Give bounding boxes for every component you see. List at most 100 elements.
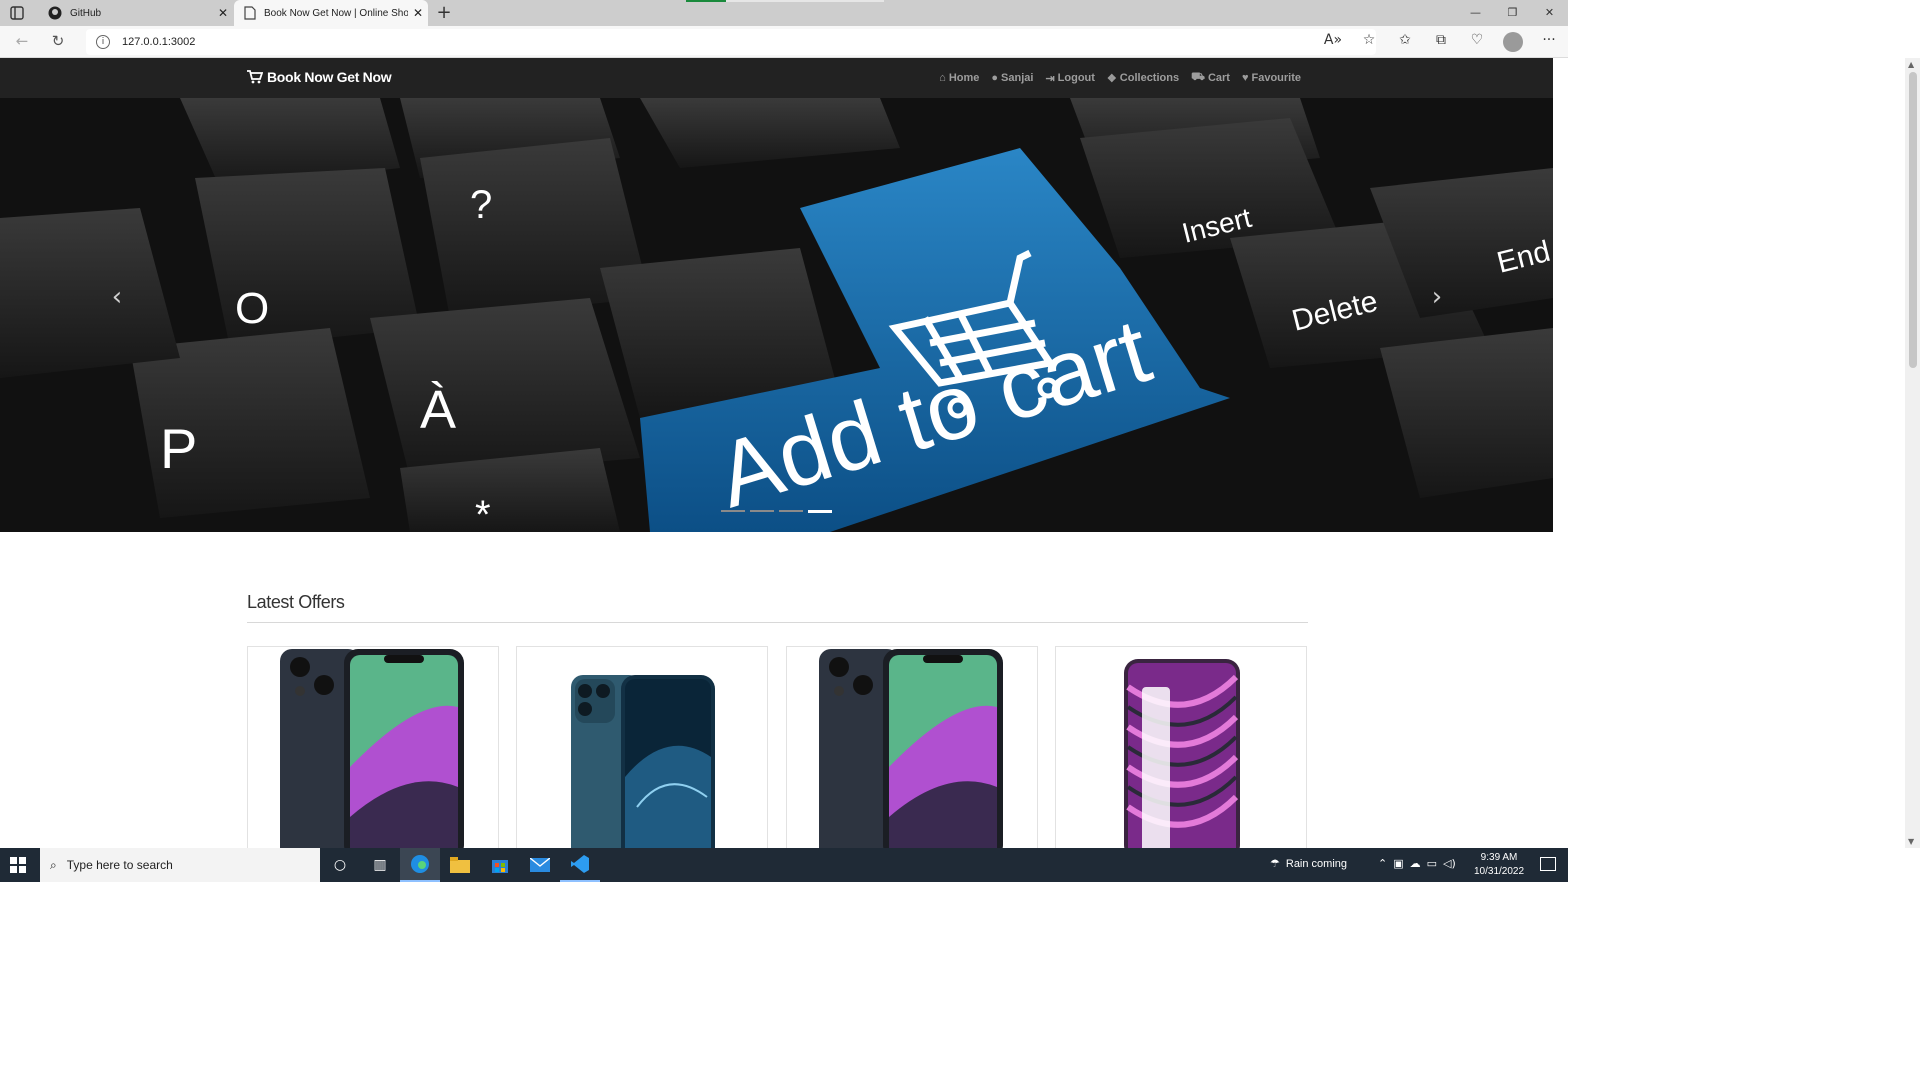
nav-home-label: Home bbox=[948, 72, 980, 84]
product-image bbox=[819, 649, 1003, 848]
system-clock[interactable]: 9:39 AM 10/31/2022 bbox=[1474, 851, 1524, 879]
collections-icon[interactable]: ⧉ bbox=[1430, 32, 1452, 52]
browser-tab-strip: GitHub ✕ Book Now Get Now | Online Sho ✕… bbox=[0, 0, 1568, 26]
site-info-icon[interactable]: i bbox=[96, 35, 110, 49]
nav-logout[interactable]: ⇥ Logout bbox=[1045, 71, 1094, 85]
latest-offers-section: Latest Offers bbox=[0, 532, 1553, 848]
nav-user[interactable]: ● Sanjai bbox=[991, 71, 1033, 85]
nav-links: ⌂ Home ● Sanjai ⇥ Logout ❖ Collections ⛟ Cart… bbox=[939, 71, 1301, 85]
nav-collections[interactable]: ❖ Collections bbox=[1107, 71, 1179, 85]
section-title: Latest Offers bbox=[247, 592, 345, 612]
heart-icon: ♥ bbox=[1241, 72, 1249, 84]
back-icon[interactable]: ← bbox=[12, 32, 32, 52]
user-icon: ● bbox=[991, 72, 999, 84]
weather-text: Rain coming bbox=[1285, 857, 1348, 870]
tab-github[interactable]: GitHub ✕ bbox=[38, 0, 233, 26]
carousel-next-icon[interactable]: › bbox=[1422, 282, 1452, 312]
home-icon: ⌂ bbox=[939, 72, 946, 84]
key-label: À bbox=[420, 380, 456, 440]
tab-title: GitHub bbox=[70, 7, 102, 19]
key-label: ? bbox=[470, 183, 492, 227]
onedrive-icon[interactable]: ☁ bbox=[1410, 857, 1421, 870]
cortana-icon[interactable]: ○ bbox=[320, 848, 360, 882]
brand-name: Book Now Get Now bbox=[267, 69, 392, 85]
store-icon[interactable] bbox=[480, 848, 520, 882]
browser-essentials-icon[interactable]: ♡ bbox=[1466, 32, 1488, 52]
product-card[interactable] bbox=[247, 646, 499, 848]
weather-widget[interactable]: ☂ Rain coming bbox=[1270, 857, 1348, 871]
read-aloud-icon[interactable]: A» bbox=[1322, 32, 1344, 52]
system-tray: ⌃ ▣ ☁ ▭ ◁) bbox=[1378, 857, 1456, 870]
carousel-indicator[interactable] bbox=[779, 510, 803, 512]
minimize-icon[interactable]: — bbox=[1457, 0, 1494, 26]
nav-logout-label: Logout bbox=[1057, 72, 1095, 84]
favorites-icon[interactable]: ✩ bbox=[1394, 32, 1416, 52]
url-field[interactable]: i 127.0.0.1:3002 bbox=[86, 29, 1376, 55]
product-image bbox=[571, 675, 715, 848]
add-favorite-icon[interactable]: ☆ bbox=[1358, 32, 1380, 52]
profile-avatar[interactable] bbox=[1502, 32, 1524, 52]
nav-collections-label: Collections bbox=[1119, 72, 1180, 84]
clock-date: 10/31/2022 bbox=[1474, 866, 1525, 877]
tab-actions-icon[interactable] bbox=[10, 5, 28, 21]
scrollbar-thumb[interactable] bbox=[1909, 72, 1917, 368]
task-view-icon[interactable]: ▥ bbox=[360, 848, 400, 882]
product-card[interactable] bbox=[516, 646, 768, 848]
edge-icon[interactable] bbox=[400, 848, 440, 882]
hero-carousel: Add to cart Insert Delete End P À O ? * … bbox=[0, 98, 1553, 532]
meet-now-icon[interactable]: ▣ bbox=[1393, 857, 1403, 870]
logout-icon: ⇥ bbox=[1045, 72, 1055, 85]
address-bar: ← ↻ i 127.0.0.1:3002 A» ☆ ✩ ⧉ ♡ ··· bbox=[0, 26, 1568, 58]
network-icon[interactable]: ▭ bbox=[1427, 857, 1437, 870]
nav-favourite-label: Favourite bbox=[1251, 72, 1301, 84]
vscode-icon[interactable] bbox=[560, 848, 600, 882]
page-scrollbar[interactable]: ▲ ▼ bbox=[1905, 58, 1920, 848]
volume-icon[interactable]: ◁) bbox=[1443, 857, 1456, 870]
carousel-indicator[interactable] bbox=[721, 510, 745, 512]
carousel-slide-image: Add to cart Insert Delete End P À O ? * bbox=[0, 98, 1553, 532]
key-label: * bbox=[475, 493, 491, 532]
nav-favourite[interactable]: ♥ Favourite bbox=[1242, 71, 1301, 85]
carousel-indicator[interactable] bbox=[750, 510, 774, 512]
key-label: O bbox=[235, 284, 269, 333]
window-controls: — ❐ ✕ bbox=[1457, 0, 1568, 26]
settings-more-icon[interactable]: ··· bbox=[1538, 32, 1560, 52]
rain-icon: ☂ bbox=[1270, 858, 1280, 870]
reload-icon[interactable]: ↻ bbox=[48, 32, 68, 52]
product-card[interactable] bbox=[786, 646, 1038, 848]
key-label: P bbox=[160, 417, 197, 480]
cubes-icon: ❖ bbox=[1106, 72, 1117, 85]
brand-link[interactable]: Book Now Get Now bbox=[247, 69, 392, 85]
nav-cart-label: Cart bbox=[1207, 72, 1230, 84]
show-hidden-icons-icon[interactable]: ⌃ bbox=[1378, 857, 1387, 870]
carousel-prev-icon[interactable]: ‹ bbox=[102, 282, 132, 312]
scroll-down-icon[interactable]: ▼ bbox=[1908, 837, 1914, 846]
web-page: Book Now Get Now ⌂ Home ● Sanjai ⇥ Logout ❖… bbox=[0, 58, 1553, 848]
close-window-icon[interactable]: ✕ bbox=[1531, 0, 1568, 26]
close-tab-icon[interactable]: ✕ bbox=[213, 6, 233, 20]
search-icon: ⌕ bbox=[50, 857, 57, 872]
file-explorer-icon[interactable] bbox=[440, 848, 480, 882]
scroll-up-icon[interactable]: ▲ bbox=[1908, 60, 1914, 69]
product-card[interactable] bbox=[1055, 646, 1307, 848]
cart-icon bbox=[247, 70, 263, 84]
close-tab-icon[interactable]: ✕ bbox=[408, 6, 428, 20]
restore-icon[interactable]: ❐ bbox=[1494, 0, 1531, 26]
clock-time: 9:39 AM bbox=[1480, 852, 1518, 863]
tab-online-shop[interactable]: Book Now Get Now | Online Sho ✕ bbox=[234, 0, 428, 26]
new-tab-button[interactable]: + bbox=[434, 2, 454, 24]
page-icon bbox=[244, 6, 256, 20]
tab-title: Book Now Get Now | Online Sho bbox=[264, 7, 408, 19]
notifications-icon[interactable] bbox=[1540, 857, 1556, 871]
site-navbar: Book Now Get Now ⌂ Home ● Sanjai ⇥ Logout ❖… bbox=[0, 58, 1553, 98]
product-image bbox=[280, 649, 464, 848]
carousel-indicators bbox=[721, 510, 832, 513]
nav-cart[interactable]: ⛟ Cart bbox=[1191, 71, 1230, 85]
taskbar-search[interactable]: ⌕ Type here to search bbox=[40, 848, 320, 882]
carousel-indicator-active[interactable] bbox=[808, 510, 832, 513]
nav-home[interactable]: ⌂ Home bbox=[939, 71, 979, 85]
mail-icon[interactable] bbox=[520, 848, 560, 882]
nav-user-label: Sanjai bbox=[1001, 72, 1034, 84]
windows-start-icon[interactable] bbox=[10, 857, 26, 873]
github-icon bbox=[48, 6, 62, 20]
